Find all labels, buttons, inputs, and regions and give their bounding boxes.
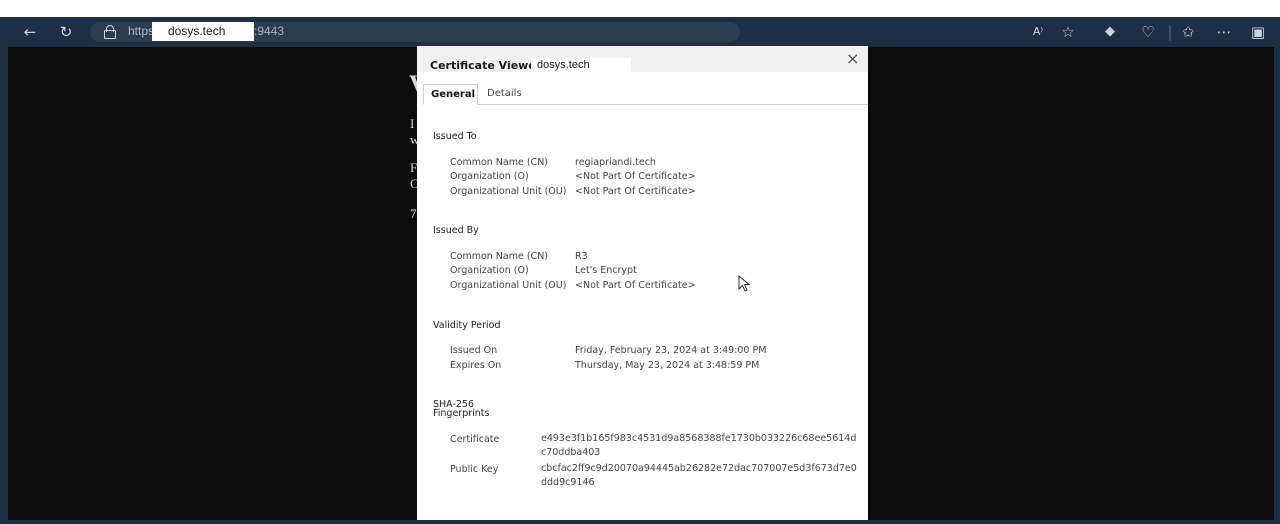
tab-bar: General Details	[423, 84, 868, 105]
fingerprints-heading-line2: Fingerprints	[433, 408, 490, 419]
tab-details[interactable]: Details	[480, 84, 529, 105]
url-host: dosys.tech	[168, 24, 226, 38]
dialog-title-host: dosys.tech	[531, 58, 631, 73]
background-text-letter: I	[410, 116, 415, 131]
fingerprint-label: Public Key	[450, 464, 499, 475]
field-label: Issued On	[450, 345, 498, 356]
field-value: <Not Part Of Certificate>	[575, 186, 696, 197]
favorite-star-icon[interactable]: ☆	[1058, 22, 1078, 42]
field-value: R3	[575, 251, 588, 262]
sidebar-icon[interactable]: ▣	[1248, 22, 1268, 42]
field-value: Thursday, May 23, 2024 at 3:48:59 PM	[575, 360, 760, 371]
refresh-icon[interactable]: ↻	[56, 22, 76, 42]
field-value: <Not Part Of Certificate>	[575, 171, 696, 182]
field-label: Organization (O)	[450, 171, 529, 182]
issued-to-heading: Issued To	[433, 131, 477, 142]
window-frame-left	[0, 47, 8, 524]
fingerprint-value: cbcfac2ff9c9d20070a94445ab26282e72dac707…	[541, 463, 857, 488]
more-icon[interactable]: ⋯	[1214, 22, 1234, 42]
field-value: <Not Part Of Certificate>	[575, 280, 696, 291]
field-label: Organization (O)	[450, 265, 529, 276]
lock-icon[interactable]	[104, 25, 116, 39]
mouse-pointer-icon	[738, 275, 751, 292]
url-port: :9443	[254, 24, 285, 38]
fingerprint-value: e493e3f1b165f983c4531d9a8568388fe1730b03…	[541, 433, 857, 458]
fingerprint-label: Certificate	[450, 434, 500, 445]
tab-general[interactable]: General	[423, 84, 478, 105]
toolbar-divider: |	[1167, 23, 1173, 41]
extension-icon[interactable]: ◆	[1100, 22, 1120, 42]
validity-period-heading: Validity Period	[433, 320, 501, 331]
window-frame-right	[1274, 47, 1280, 524]
top-strip	[0, 0, 1280, 17]
field-label: Expires On	[450, 360, 502, 371]
background-text-letter: 7	[410, 206, 417, 221]
url-host-box: dosys.tech	[152, 22, 254, 41]
field-value: Friday, February 23, 2024 at 3:49:00 PM	[575, 345, 767, 356]
field-label: Common Name (CN)	[450, 157, 549, 168]
window-frame-bottom	[0, 520, 1280, 524]
back-arrow-icon[interactable]: ←	[20, 22, 40, 42]
browser-essentials-icon[interactable]: ♡	[1138, 22, 1158, 42]
field-value: regiapriandi.tech	[575, 157, 656, 168]
certificate-viewer-dialog: Certificate Viewer: dosys.tech × General…	[417, 46, 868, 520]
field-label: Common Name (CN)	[450, 251, 549, 262]
field-label: Organizational Unit (OU)	[450, 186, 567, 197]
field-label: Organizational Unit (OU)	[450, 280, 567, 291]
read-aloud-icon[interactable]: A⁾	[1028, 22, 1048, 42]
field-value: Let's Encrypt	[575, 265, 637, 276]
issued-by-heading: Issued By	[433, 225, 479, 236]
dialog-title: Certificate Viewer:	[430, 59, 546, 72]
close-icon[interactable]: ×	[846, 49, 859, 68]
favorites-icon[interactable]: ✩	[1178, 22, 1198, 42]
